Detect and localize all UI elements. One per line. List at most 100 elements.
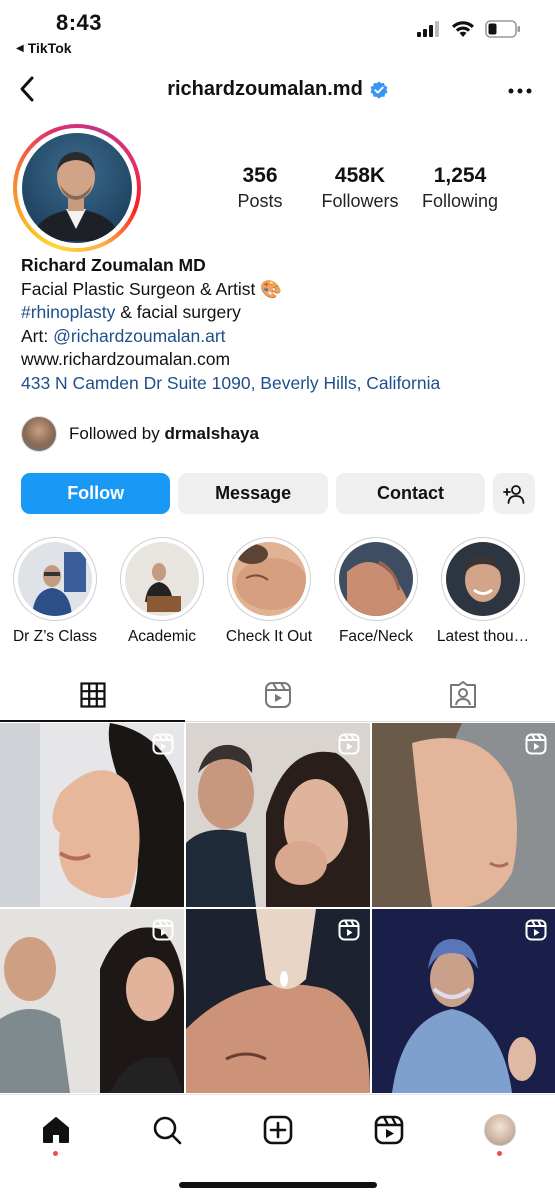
nav-search[interactable] — [137, 1100, 197, 1160]
reel-icon — [338, 919, 360, 941]
highlight-check-it-out[interactable]: Check It Out — [226, 537, 312, 646]
home-notification-dot — [53, 1150, 58, 1156]
add-post-icon — [263, 1115, 292, 1144]
address-link[interactable]: 433 N Camden Dr Suite 1090, Beverly Hill… — [21, 372, 541, 396]
status-time: 8:43 — [56, 10, 103, 35]
following-label: Following — [421, 191, 499, 211]
highlight-label: Academic — [127, 628, 197, 645]
post-tile[interactable] — [372, 909, 555, 1093]
followed-by-text: Followed by drmalshaya — [69, 424, 259, 444]
highlight-label: Latest thou… — [436, 628, 530, 645]
wifi-icon — [452, 21, 474, 37]
post-tile[interactable] — [0, 909, 184, 1093]
hashtag-link[interactable]: #rhinoplasty — [21, 302, 115, 322]
own-profile-avatar — [483, 1113, 516, 1146]
back-to-app-link[interactable]: ◀ TikTok — [16, 40, 72, 56]
profile-notification-dot — [497, 1150, 502, 1156]
nav-create[interactable] — [248, 1100, 308, 1160]
followed-by-row[interactable]: Followed by drmalshaya — [21, 416, 259, 452]
grid-icon — [79, 681, 106, 708]
home-icon — [42, 1116, 69, 1143]
more-dots-icon — [508, 88, 532, 94]
status-icons — [417, 20, 521, 38]
username-title: richardzoumalan.md — [0, 78, 555, 101]
profile-stats: 356 Posts 458K Followers 1,254 Following — [210, 164, 510, 212]
website-link[interactable]: www.richardzoumalan.com — [21, 348, 541, 372]
highlight-thumbnail — [446, 542, 520, 616]
home-indicator — [179, 1182, 377, 1188]
followers-label: Followers — [321, 191, 399, 211]
highlight-latest-thoughts[interactable]: Latest thou… — [437, 537, 529, 646]
followers-stat[interactable]: 458K Followers — [310, 164, 410, 212]
follow-button[interactable]: Follow — [21, 473, 171, 514]
reel-icon — [525, 733, 547, 755]
bio-line-3: Art: @richardzoumalan.art — [21, 325, 541, 349]
highlight-thumbnail — [232, 542, 306, 616]
follower-avatar — [21, 416, 57, 452]
search-icon — [153, 1116, 181, 1144]
highlight-academic[interactable]: Academic — [119, 537, 205, 646]
tab-reels[interactable] — [185, 668, 370, 721]
profile-portrait-image — [32, 152, 120, 241]
message-button[interactable]: Message — [178, 473, 328, 514]
bio-line-2-text: & facial surgery — [115, 302, 241, 322]
following-stat[interactable]: 1,254 Following — [410, 164, 510, 212]
profile-actions: Follow Message Contact — [21, 473, 535, 514]
back-app-label: TikTok — [27, 40, 72, 56]
posts-grid — [0, 723, 555, 1093]
profile-tabs — [0, 668, 555, 722]
followers-count: 458K — [334, 164, 386, 187]
more-options-button[interactable] — [505, 76, 535, 106]
posts-count: 356 — [242, 164, 278, 187]
highlight-label: Face/Neck — [338, 628, 414, 645]
posts-stat[interactable]: 356 Posts — [210, 164, 310, 212]
story-highlights: Dr Z’s Class Academic Check It Out Face/… — [12, 537, 555, 646]
highlight-dr-z-class[interactable]: Dr Z’s Class — [12, 537, 98, 646]
highlight-thumbnail — [18, 542, 92, 616]
highlight-face-neck[interactable]: Face/Neck — [333, 537, 419, 646]
display-name: Richard Zoumalan MD — [21, 255, 206, 275]
post-tile[interactable] — [186, 909, 370, 1093]
bio-line-1: Facial Plastic Surgeon & Artist 🎨 — [21, 278, 283, 299]
profile-bio: Richard Zoumalan MD Facial Plastic Surge… — [21, 254, 541, 395]
contact-button[interactable]: Contact — [335, 473, 486, 514]
username: richardzoumalan.md — [167, 78, 363, 100]
followed-by-user: drmalshaya — [164, 424, 259, 443]
tagged-person-icon — [449, 680, 476, 708]
verified-badge-icon — [370, 81, 388, 98]
reel-icon — [152, 733, 174, 755]
status-bar: 8:43 ◀ TikTok — [0, 0, 555, 62]
highlight-label: Check It Out — [225, 628, 313, 645]
post-tile[interactable] — [0, 723, 184, 907]
followed-by-prefix: Followed by — [69, 424, 165, 443]
highlight-label: Dr Z’s Class — [12, 628, 98, 645]
add-person-icon — [503, 484, 525, 504]
post-tile[interactable] — [372, 723, 555, 907]
reels-icon — [264, 681, 291, 708]
nav-profile[interactable] — [470, 1100, 530, 1160]
highlight-thumbnail — [125, 542, 199, 616]
art-handle-link[interactable]: @richardzoumalan.art — [53, 326, 225, 346]
reel-icon — [525, 919, 547, 941]
bio-line-2: #rhinoplasty & facial surgery — [21, 301, 541, 325]
highlight-thumbnail — [339, 542, 413, 616]
cellular-signal-icon — [417, 21, 439, 37]
tab-posts-grid[interactable] — [0, 668, 185, 722]
suggested-users-button[interactable] — [493, 473, 535, 514]
bottom-navigation — [0, 1094, 555, 1164]
posts-label: Posts — [237, 191, 283, 211]
profile-header: richardzoumalan.md — [0, 70, 555, 110]
post-tile[interactable] — [186, 723, 370, 907]
tab-tagged[interactable] — [370, 668, 555, 721]
back-triangle-icon: ◀ — [16, 42, 24, 54]
reel-icon — [338, 733, 360, 755]
following-count: 1,254 — [433, 164, 487, 187]
reel-icon — [152, 919, 174, 941]
profile-avatar[interactable] — [13, 124, 141, 252]
art-prefix: Art: — [21, 325, 54, 346]
battery-icon — [485, 20, 520, 38]
nav-home[interactable] — [26, 1100, 86, 1160]
reels-icon — [374, 1115, 403, 1144]
nav-reels[interactable] — [359, 1100, 419, 1160]
profile-photo — [22, 133, 132, 243]
